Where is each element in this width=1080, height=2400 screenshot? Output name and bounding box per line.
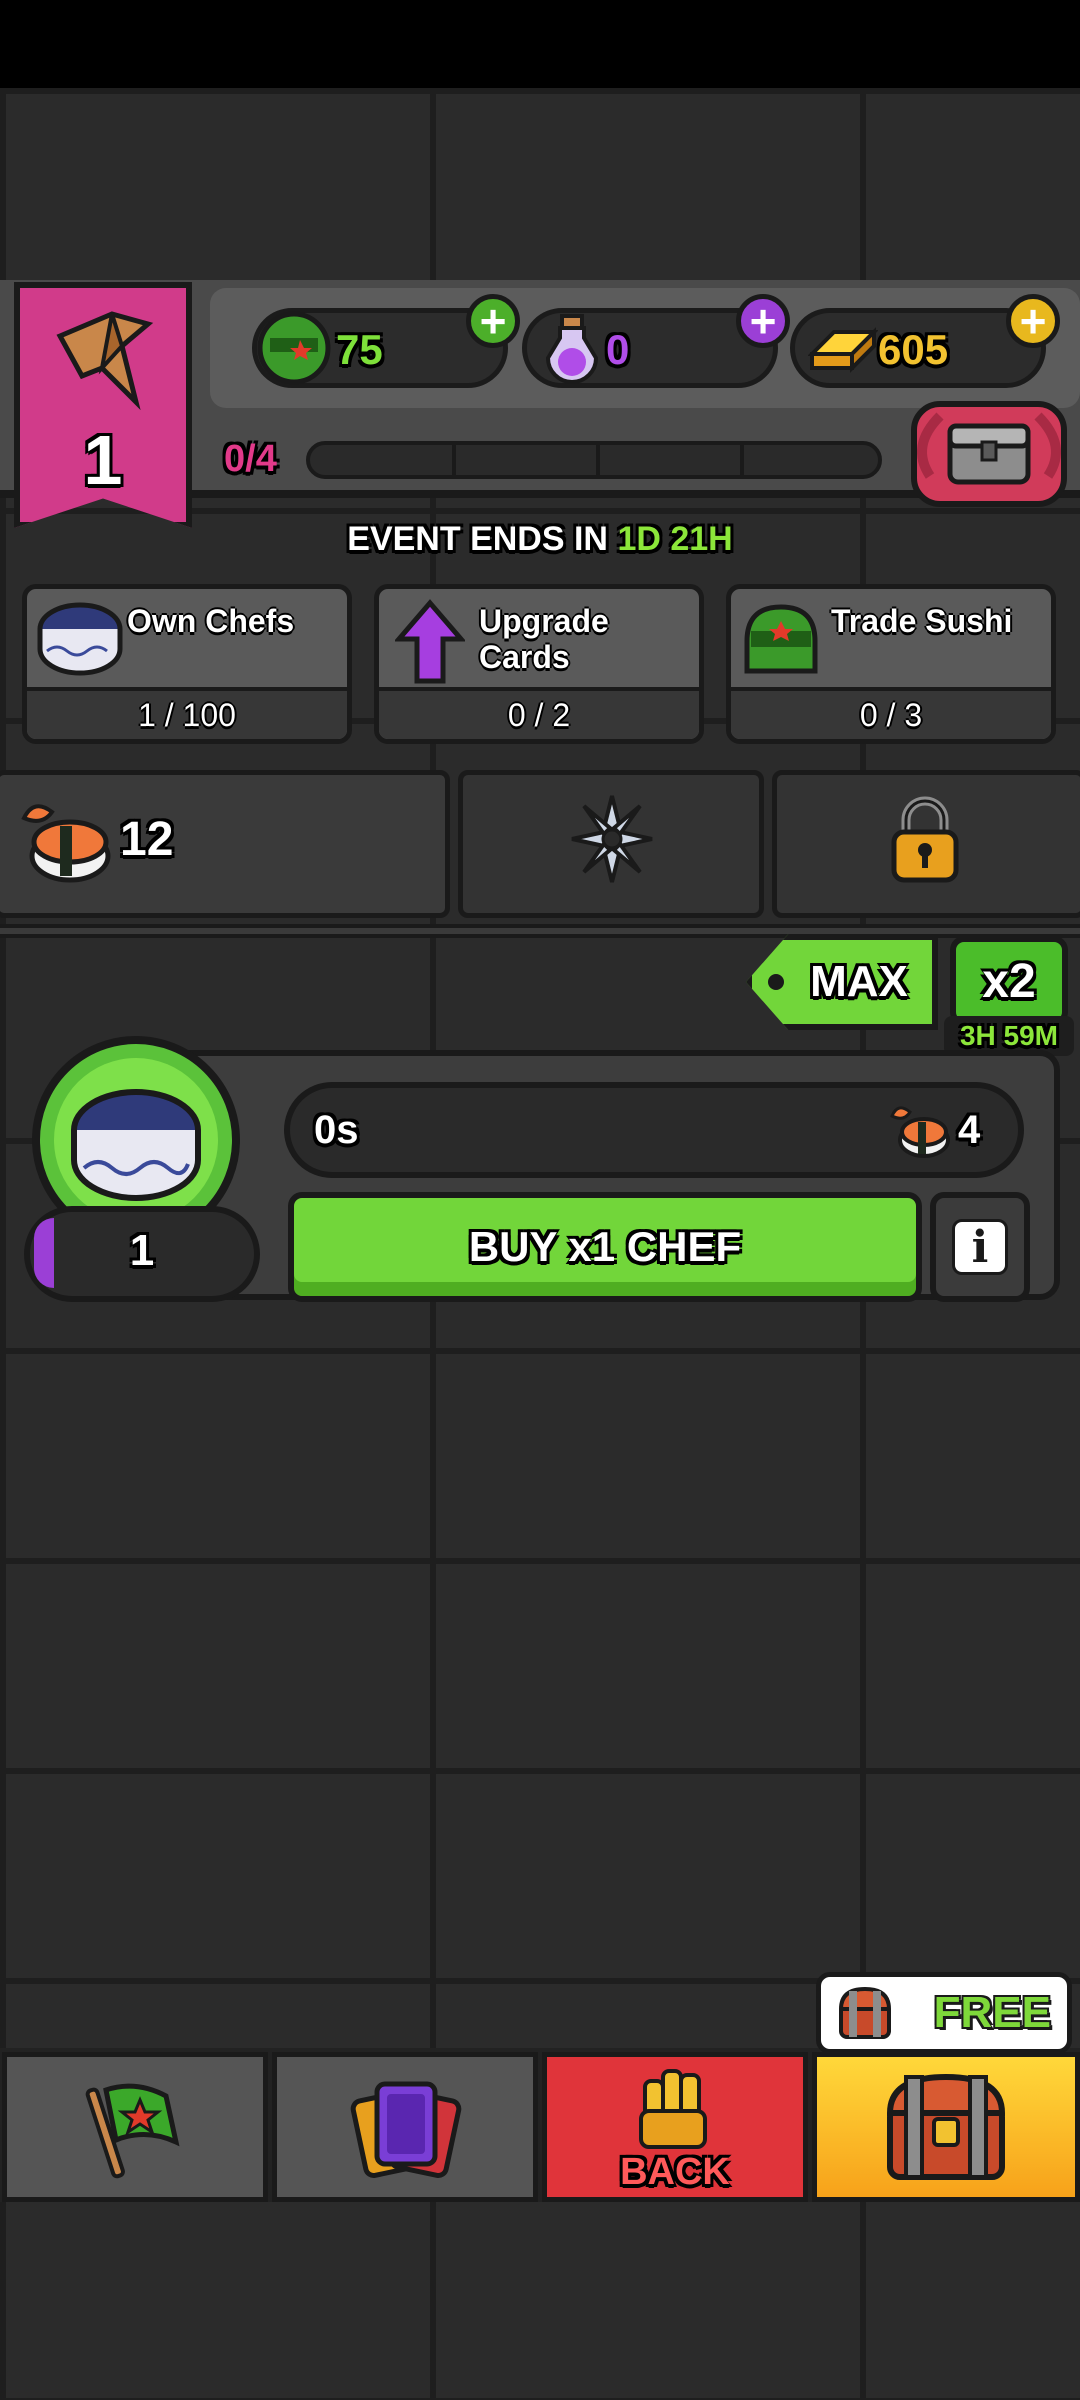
shuriken-icon bbox=[571, 795, 653, 883]
task-card-own-chefs[interactable]: Own Chefs 1 / 100 bbox=[22, 584, 352, 744]
x2-boost-button[interactable]: x2 bbox=[950, 936, 1068, 1026]
max-label: MAX bbox=[810, 957, 908, 1006]
chef-level: 1 bbox=[129, 1226, 155, 1275]
task-card-upgrade-cards[interactable]: Upgrade Cards 0 / 2 bbox=[374, 584, 704, 744]
chest-small-icon bbox=[838, 1986, 892, 2039]
event-time: 1D 21H bbox=[617, 520, 733, 558]
task-title: Trade Sushi bbox=[831, 603, 1013, 639]
nav-tab-free-chest[interactable] bbox=[812, 2052, 1080, 2202]
add-gold-button[interactable]: + bbox=[1006, 294, 1060, 348]
back-label: BACK bbox=[620, 2150, 730, 2193]
event-label: EVENT ENDS IN bbox=[347, 520, 608, 558]
nav-tab-back[interactable]: BACK bbox=[542, 2052, 808, 2202]
progress-track bbox=[306, 441, 882, 479]
max-tag-hole bbox=[768, 974, 784, 990]
potion-icon bbox=[545, 314, 599, 384]
nav-tab-cards[interactable] bbox=[272, 2052, 538, 2202]
green-mask-icon bbox=[257, 311, 331, 385]
reward-chest-icon[interactable] bbox=[900, 396, 1078, 512]
progress-divider bbox=[452, 445, 456, 475]
player-level: 1 bbox=[83, 421, 123, 499]
potion-currency-value: 0 bbox=[606, 326, 630, 373]
flag-icon bbox=[85, 2083, 180, 2179]
sushi-icon bbox=[21, 804, 111, 883]
treasure-chest-icon bbox=[886, 2073, 1006, 2180]
cards-icon bbox=[350, 2081, 462, 2179]
progress-text: 0/4 bbox=[224, 438, 277, 480]
info-button[interactable]: i bbox=[930, 1192, 1030, 1302]
padlock-icon bbox=[891, 796, 959, 883]
origami-bird-icon bbox=[56, 311, 154, 410]
task-progress: 0 / 3 bbox=[731, 687, 1051, 739]
buy-label: BUY x1 CHEF bbox=[468, 1223, 742, 1270]
chef-hat-icon bbox=[37, 602, 123, 676]
gold-currency-value: 605 bbox=[878, 326, 949, 373]
task-title: Upgrade Cards bbox=[479, 603, 609, 675]
sushi-count: 12 bbox=[120, 813, 174, 866]
mask-currency-value: 75 bbox=[336, 326, 383, 373]
add-mask-button[interactable]: + bbox=[466, 294, 520, 348]
free-chest-bubble[interactable]: FREE bbox=[816, 1972, 1072, 2054]
progress-divider bbox=[740, 445, 744, 475]
green-mask-icon bbox=[744, 604, 818, 674]
progress-divider bbox=[596, 445, 600, 475]
sushi-icon bbox=[890, 1106, 950, 1158]
task-title: Own Chefs bbox=[127, 603, 295, 639]
info-icon: i bbox=[952, 1219, 1008, 1275]
nav-tab-flag[interactable] bbox=[2, 2052, 268, 2202]
status-bar bbox=[0, 0, 1080, 88]
add-potion-button[interactable]: + bbox=[736, 294, 790, 348]
task-card-trade-sushi[interactable]: Trade Sushi 0 / 3 bbox=[726, 584, 1056, 744]
upgrade-arrow-icon bbox=[395, 599, 465, 684]
x2-label: x2 bbox=[982, 954, 1036, 1008]
chef-hat-icon bbox=[71, 1089, 201, 1201]
task-progress: 0 / 2 bbox=[379, 687, 699, 739]
sushi-cost: 4 bbox=[958, 1108, 981, 1152]
buy-chef-button[interactable]: BUY x1 CHEF bbox=[288, 1192, 922, 1302]
gold-bar-icon bbox=[808, 327, 878, 373]
free-label: FREE bbox=[933, 1988, 1051, 2037]
event-timer: EVENT ENDS IN 1D 21H bbox=[0, 520, 1080, 559]
fist-icon bbox=[639, 2068, 707, 2149]
timer-text: 0s bbox=[314, 1108, 359, 1152]
task-progress: 1 / 100 bbox=[27, 687, 347, 739]
